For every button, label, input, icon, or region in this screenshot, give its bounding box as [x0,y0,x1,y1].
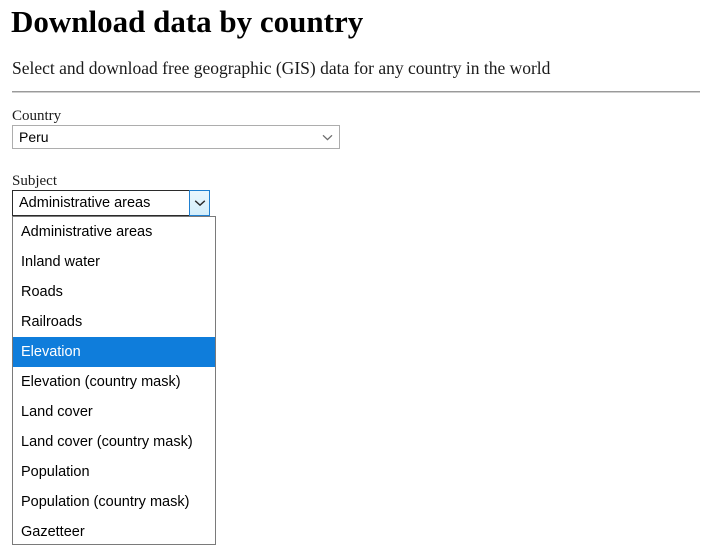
country-select-value: Peru [19,129,49,145]
dropdown-option[interactable]: Land cover (country mask) [13,427,215,457]
dropdown-option[interactable]: Elevation (country mask) [13,367,215,397]
dropdown-option[interactable]: Railroads [13,307,215,337]
subject-select-value: Administrative areas [19,195,151,211]
subject-dropdown-list[interactable]: Administrative areas Inland water Roads Rai… [12,216,216,545]
dropdown-option[interactable]: Elevation [13,337,215,367]
dropdown-option[interactable]: Administrative areas [13,217,215,247]
chevron-down-icon[interactable] [315,126,339,148]
chevron-down-icon[interactable] [189,190,210,216]
dropdown-option[interactable]: Population (country mask) [13,487,215,517]
dropdown-option[interactable]: Inland water [13,247,215,277]
page-subtitle: Select and download free geographic (GIS… [12,58,551,78]
dropdown-option[interactable]: Roads [13,277,215,307]
dropdown-option[interactable]: Gazetteer [13,517,215,544]
country-label: Country [12,108,62,124]
download-data-page: Download data by country Select and down… [0,0,711,556]
page-title: Download data by country [11,4,364,39]
header-divider [12,91,700,93]
dropdown-option[interactable]: Land cover [13,397,215,427]
subject-label: Subject [12,173,57,189]
subject-select[interactable]: Administrative areas [12,190,210,216]
dropdown-option[interactable]: Population [13,457,215,487]
country-select[interactable]: Peru [12,125,340,149]
